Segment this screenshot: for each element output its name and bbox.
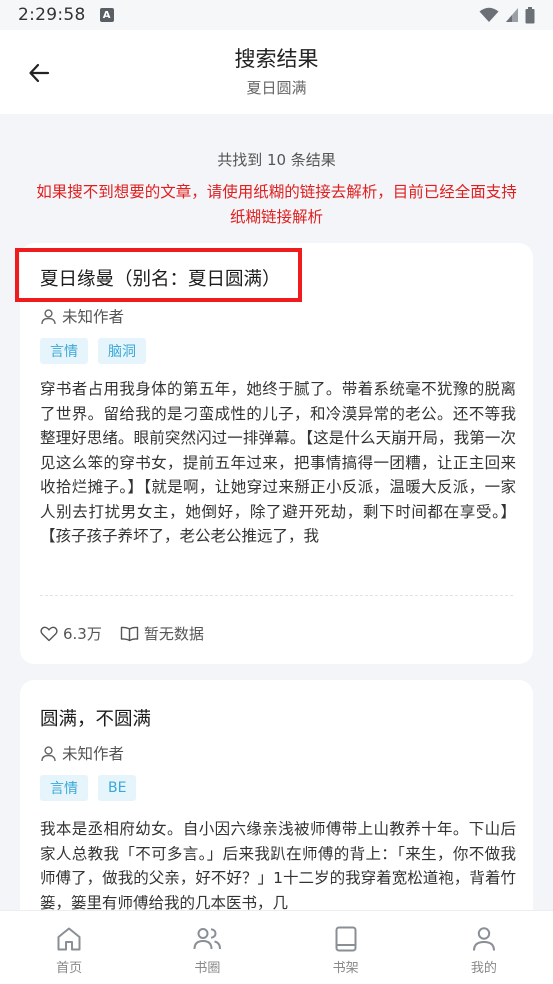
tag[interactable]: 脑洞	[98, 338, 146, 364]
book-title[interactable]: 夏日缘曼（别名：夏日圆满）	[40, 265, 281, 291]
result-card[interactable]: 夏日缘曼（别名：夏日圆满） 未知作者 言情 脑洞 穿书者占用我身体的第五年，她终…	[15, 243, 533, 664]
likes-stat: 6.3万	[40, 623, 102, 644]
notification-icon: A	[99, 8, 114, 22]
wifi-icon	[479, 7, 499, 22]
tab-label: 书架	[332, 961, 359, 976]
tab-profile[interactable]: 我的	[415, 911, 553, 984]
page-header: 搜索结果 夏日圆满	[0, 30, 553, 114]
profile-icon	[472, 927, 495, 951]
signal-icon	[506, 8, 518, 22]
book-summary: 我本是丞相府幼女。自小因六缘亲浅被师傅带上山教养十年。下山后家人总教我「不可多言…	[40, 820, 516, 912]
search-results-screen: 2:29:58 A 搜索结果 夏日圆满 共找到 10 条结果 如果搜不到想要的文…	[0, 0, 553, 984]
author-name: 未知作者	[62, 745, 125, 763]
status-icons	[479, 6, 535, 24]
bookshelf-icon	[335, 926, 357, 952]
users-icon	[193, 928, 222, 950]
likes-count: 6.3万	[63, 625, 102, 643]
user-outline-icon	[41, 745, 56, 761]
divider	[40, 595, 513, 596]
home-icon	[57, 927, 81, 951]
result-count: 共找到 10 条结果	[217, 151, 336, 169]
reads-stat: 暂无数据	[120, 623, 204, 644]
tab-circle[interactable]: 书圈	[138, 911, 276, 984]
tab-bookshelf[interactable]: 书架	[277, 911, 415, 984]
tag-list: 言情 脑洞	[40, 338, 146, 364]
tab-home[interactable]: 首页	[0, 911, 138, 984]
book-summary: 穿书者占用我身体的第五年，她终于腻了。带着系统毫不犹豫的脱离了世界。留给我的是刁…	[40, 380, 516, 545]
heart-outline-icon	[40, 626, 58, 641]
tag-list: 言情 BE	[40, 775, 137, 801]
author-row: 未知作者	[40, 305, 124, 327]
author-name: 未知作者	[62, 308, 125, 326]
author-row: 未知作者	[40, 742, 124, 764]
tag[interactable]: 言情	[40, 338, 88, 364]
tab-label: 书圈	[194, 961, 221, 976]
search-keyword: 夏日圆满	[246, 79, 307, 97]
book-title[interactable]: 圆满，不圆满	[40, 705, 151, 731]
status-bar: 2:29:58 A	[0, 0, 553, 30]
battery-icon	[525, 6, 535, 23]
bottom-tab-bar: 首页 书圈 书架 我的	[0, 910, 553, 984]
open-book-icon	[120, 626, 139, 641]
notice-text: 如果搜不到想要的文章，请使用纸糊的链接去解析，目前已经全面支持纸糊链接解析	[36, 183, 517, 226]
reads-count: 暂无数据	[143, 625, 204, 643]
user-outline-icon	[41, 308, 56, 324]
tab-label: 首页	[56, 961, 83, 976]
status-time: 2:29:58	[18, 5, 86, 25]
tag[interactable]: BE	[98, 775, 137, 801]
tab-label: 我的	[470, 961, 497, 976]
stats-row: 6.3万 暂无数据	[40, 623, 204, 644]
page-title: 搜索结果	[234, 47, 319, 71]
tag[interactable]: 言情	[40, 775, 88, 801]
